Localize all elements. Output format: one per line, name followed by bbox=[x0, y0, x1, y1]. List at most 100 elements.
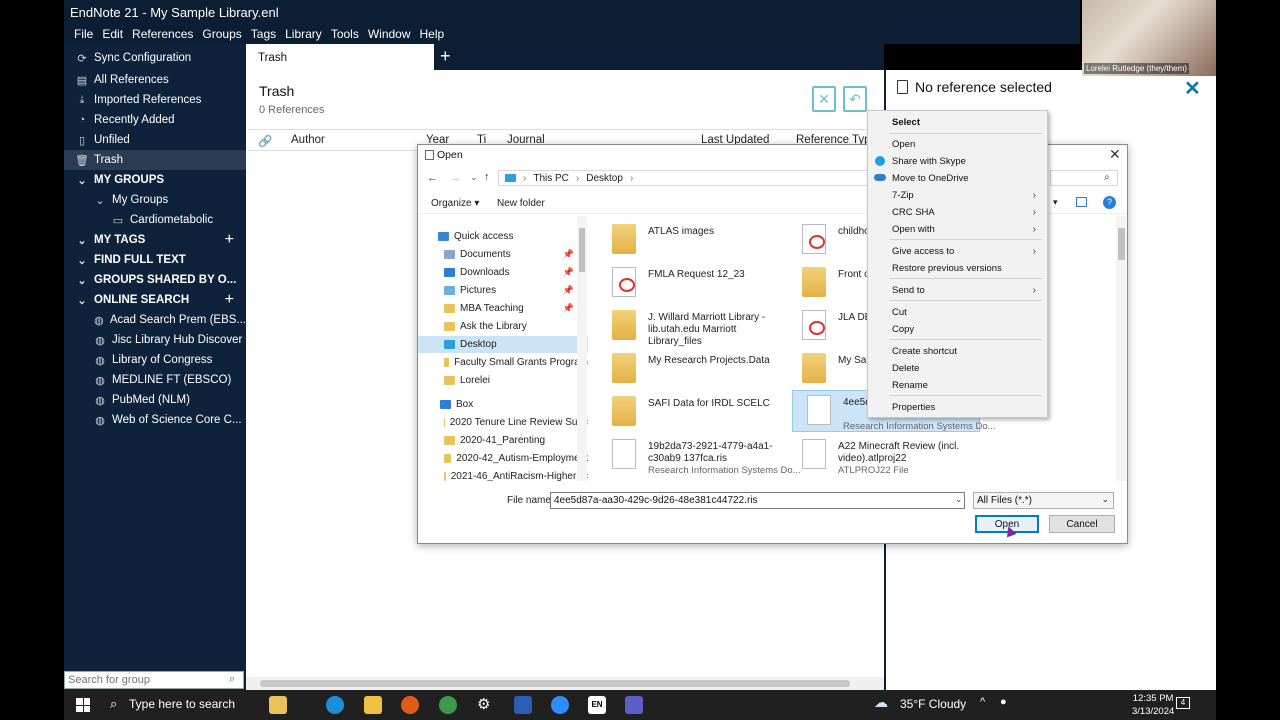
notification-icon[interactable]: 4 bbox=[1176, 697, 1190, 709]
file-type-select[interactable]: All Files (*.*) ⌄ bbox=[973, 492, 1114, 509]
sidebar-header-online-search[interactable]: ⌄ ONLINE SEARCH + bbox=[64, 290, 246, 310]
ctx-create-shortcut[interactable]: Create shortcut bbox=[892, 346, 1042, 357]
word-icon[interactable] bbox=[514, 696, 532, 714]
menu-edit[interactable]: Edit bbox=[102, 27, 123, 41]
menu-tags[interactable]: Tags bbox=[251, 27, 276, 41]
menu-library[interactable]: Library bbox=[285, 27, 322, 41]
ctx-crc-sha[interactable]: CRC SHA › bbox=[892, 207, 1042, 218]
search-icon[interactable]: ⌕ bbox=[229, 673, 235, 686]
sidebar-item-imported[interactable]: ⤓ Imported References bbox=[64, 90, 246, 110]
sidebar-header-my-tags[interactable]: ⌄ MY TAGS + bbox=[64, 230, 246, 250]
close-icon[interactable]: ✕ bbox=[1184, 76, 1201, 101]
nav-quick-access[interactable]: Quick access bbox=[418, 228, 588, 245]
file-list-scrollbar[interactable] bbox=[1116, 216, 1127, 481]
settings-icon[interactable]: ⚙ bbox=[477, 695, 490, 713]
ctx-open-with[interactable]: Open with › bbox=[892, 224, 1042, 235]
ctx-share-skype[interactable]: Share with Skype bbox=[892, 156, 1042, 167]
nav-mba-teaching[interactable]: MBA Teaching 📌 bbox=[418, 300, 588, 317]
nav-folder[interactable]: 2020-42_Autism-Employment bbox=[418, 450, 588, 467]
group-search-input[interactable] bbox=[64, 671, 244, 689]
taskbar-search-text[interactable]: Type here to search bbox=[129, 697, 235, 711]
file-item[interactable]: My Research Projects.Data bbox=[598, 349, 788, 389]
breadcrumb-desktop[interactable]: Desktop bbox=[586, 173, 623, 184]
add-tab-icon[interactable]: + bbox=[440, 46, 451, 67]
windows-start-icon[interactable] bbox=[76, 698, 90, 712]
weather-widget[interactable]: 35°F Cloudy bbox=[900, 697, 966, 711]
help-icon[interactable]: ? bbox=[1103, 196, 1116, 209]
add-online-search-icon[interactable]: + bbox=[225, 291, 234, 309]
tray-chevron-icon[interactable]: ^ bbox=[980, 696, 985, 708]
nav-desktop[interactable]: Desktop bbox=[418, 336, 588, 353]
nav-pictures[interactable]: Pictures 📌 bbox=[418, 282, 588, 299]
ctx-copy[interactable]: Copy bbox=[892, 324, 1042, 335]
file-explorer-icon[interactable] bbox=[364, 696, 382, 714]
nav-folder[interactable]: 2020-41_Parenting bbox=[418, 432, 588, 449]
sidebar-item-online[interactable]: ◍ PubMed (NLM) bbox=[64, 390, 246, 410]
preview-pane-icon[interactable] bbox=[1076, 197, 1087, 207]
search-icon[interactable]: ⌕ bbox=[110, 696, 117, 712]
back-icon[interactable]: ← bbox=[427, 172, 438, 184]
nav-scrollbar[interactable] bbox=[577, 216, 587, 481]
dialog-close-icon[interactable]: ✕ bbox=[1109, 146, 1121, 163]
menu-help[interactable]: Help bbox=[420, 27, 445, 41]
menu-groups[interactable]: Groups bbox=[202, 27, 241, 41]
nav-folder[interactable]: 2020 Tenure Line Review Subc bbox=[418, 414, 588, 431]
zoom-icon[interactable] bbox=[551, 696, 569, 714]
chrome-icon[interactable] bbox=[439, 696, 457, 714]
nav-documents[interactable]: Documents 📌 bbox=[418, 246, 588, 263]
ctx-send-to[interactable]: Send to › bbox=[892, 285, 1042, 296]
ctx-delete[interactable]: Delete bbox=[892, 363, 1042, 374]
endnote-icon[interactable]: EN bbox=[588, 696, 606, 714]
breadcrumb-this-pc[interactable]: This PC bbox=[533, 173, 569, 184]
nav-faculty-small-grants[interactable]: Faculty Small Grants Program bbox=[418, 354, 588, 371]
forward-icon[interactable]: → bbox=[450, 172, 461, 184]
ctx-open[interactable]: Open bbox=[892, 139, 1042, 150]
teams-icon[interactable] bbox=[625, 696, 643, 714]
sidebar-header-find-full-text[interactable]: ⌄ FIND FULL TEXT bbox=[64, 250, 246, 270]
sidebar-item-online[interactable]: ◍ Acad Search Prem (EBS... bbox=[64, 310, 246, 330]
file-item[interactable]: ATLAS images bbox=[598, 220, 788, 260]
nav-box[interactable]: Box bbox=[418, 396, 588, 413]
ctx-select[interactable]: Select bbox=[892, 117, 1042, 128]
file-item[interactable]: FMLA Request 12_23 bbox=[598, 263, 788, 303]
firefox-icon[interactable] bbox=[401, 696, 419, 714]
sidebar-sync[interactable]: ⟳ Sync Configuration bbox=[64, 48, 246, 68]
menu-references[interactable]: References bbox=[132, 27, 193, 41]
nav-lorelei[interactable]: Lorelei bbox=[418, 372, 588, 389]
search-icon[interactable]: ⌕ bbox=[1104, 172, 1110, 183]
sidebar-item-my-groups[interactable]: ⌄ My Groups bbox=[64, 190, 246, 210]
sidebar-item-cardiometabolic[interactable]: ▭ Cardiometabolic bbox=[64, 210, 246, 230]
ctx-restore-versions[interactable]: Restore previous versions bbox=[892, 263, 1042, 274]
organize-button[interactable]: Organize ▾ bbox=[431, 198, 479, 209]
restore-icon[interactable]: ↶ bbox=[843, 86, 867, 112]
tab-trash[interactable]: Trash bbox=[246, 44, 434, 70]
cancel-button[interactable]: Cancel bbox=[1049, 515, 1115, 533]
add-tag-icon[interactable]: + bbox=[225, 231, 234, 249]
sidebar-item-online[interactable]: ◍ Web of Science Core C... bbox=[64, 410, 246, 430]
file-item[interactable]: J. Willard Marriott Library - lib.utah.e… bbox=[598, 306, 788, 347]
view-options-icon[interactable]: ▾ bbox=[1053, 197, 1058, 208]
menu-window[interactable]: Window bbox=[368, 27, 411, 41]
empty-trash-icon[interactable]: ✕ bbox=[812, 86, 836, 112]
nav-ask-the-library[interactable]: Ask the Library bbox=[418, 318, 588, 335]
file-item[interactable]: SAFI Data for IRDL SCELC bbox=[598, 392, 788, 432]
sidebar-item-online[interactable]: ◍ Library of Congress bbox=[64, 350, 246, 370]
recent-locations-icon[interactable]: ⌄ bbox=[470, 172, 478, 183]
sidebar-item-recently-added[interactable]: ◔ Recently Added bbox=[64, 110, 246, 130]
chevron-down-icon[interactable]: ⌄ bbox=[955, 494, 963, 505]
sidebar-item-all-references[interactable]: ▤ All References bbox=[64, 70, 246, 90]
sidebar-item-online[interactable]: ◍ Jisc Library Hub Discover bbox=[64, 330, 246, 350]
sidebar-item-unfiled[interactable]: ▯ Unfiled bbox=[64, 130, 246, 150]
file-name-input[interactable] bbox=[550, 492, 965, 509]
up-icon[interactable]: ↑ bbox=[484, 171, 490, 183]
file-item[interactable]: A22 Minecraft Review (incl. video).atlpr… bbox=[788, 435, 978, 476]
sidebar-header-groups-shared[interactable]: ⌄ GROUPS SHARED BY O... bbox=[64, 270, 246, 290]
horizontal-scrollbar[interactable] bbox=[246, 677, 884, 690]
ctx-move-onedrive[interactable]: Move to OneDrive bbox=[892, 173, 1042, 184]
ctx-properties[interactable]: Properties bbox=[892, 402, 1042, 413]
new-folder-button[interactable]: New folder bbox=[497, 198, 545, 209]
edge-icon[interactable] bbox=[326, 696, 344, 714]
column-author[interactable]: Author bbox=[291, 134, 325, 146]
ctx-give-access[interactable]: Give access to › bbox=[892, 246, 1042, 257]
ctx-cut[interactable]: Cut bbox=[892, 307, 1042, 318]
